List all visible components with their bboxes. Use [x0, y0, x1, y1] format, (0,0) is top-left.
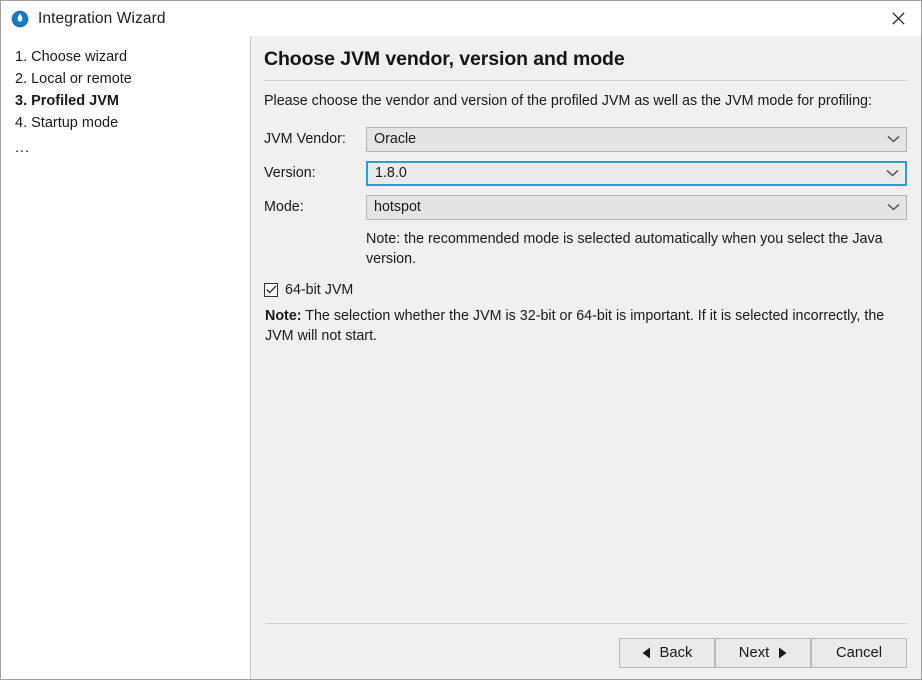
mode-label: Mode:: [264, 199, 304, 215]
back-button-label: Back: [659, 645, 693, 661]
jvm-vendor-row: JVM Vendor: Oracle: [264, 126, 907, 152]
close-icon[interactable]: [875, 1, 921, 35]
content-panel: Choose JVM vendor, version and mode Plea…: [251, 36, 921, 679]
mode-value: hotspot: [374, 199, 421, 215]
footer-bar: CSDN @在水一方0511 Back Next: [251, 623, 921, 679]
mode-select[interactable]: hotspot: [366, 194, 907, 220]
title-bar: Integration Wizard: [1, 1, 921, 36]
mode-note-text: Note: the recommended mode is selected a…: [366, 230, 883, 268]
bit-note-bold: Note:: [265, 307, 302, 324]
next-button[interactable]: Next: [715, 638, 811, 668]
wizard-step-sidebar: 1. Choose wizard 2. Local or remote 3. P…: [1, 36, 251, 679]
intro-text: Please choose the vendor and version of …: [264, 93, 872, 109]
footer-button-group: Back Next Cancel: [619, 638, 907, 668]
chevron-down-icon: [880, 135, 906, 143]
bit-note-text: Note: The selection whether the JVM is 3…: [264, 306, 895, 347]
sixty-four-bit-jvm-checkbox[interactable]: [264, 282, 278, 297]
window-body: 1. Choose wizard 2. Local or remote 3. P…: [1, 36, 921, 679]
sidebar-item-profiled-jvm[interactable]: 3. Profiled JVM: [1, 91, 250, 112]
sidebar-item-local-or-remote[interactable]: 2. Local or remote: [1, 69, 250, 90]
sidebar-item-choose-wizard[interactable]: 1. Choose wizard: [1, 47, 250, 68]
footer-divider: [265, 623, 907, 624]
sixty-four-bit-jvm-label: 64-bit JVM: [285, 281, 354, 298]
chevron-down-icon: [879, 169, 905, 177]
jvm-vendor-select[interactable]: Oracle: [366, 126, 907, 152]
integration-wizard-window: Integration Wizard 1. Choose wizard 2. L…: [0, 0, 922, 680]
cancel-button-label: Cancel: [835, 645, 883, 661]
triangle-left-icon: [642, 647, 651, 659]
window-title: Integration Wizard: [38, 9, 166, 27]
bit-note-rest: The selection whether the JVM is 32-bit …: [265, 307, 885, 345]
back-button[interactable]: Back: [619, 638, 715, 668]
cancel-button[interactable]: Cancel: [811, 638, 907, 668]
version-select[interactable]: 1.8.0: [366, 160, 907, 186]
version-label: Version:: [264, 165, 316, 181]
triangle-right-icon: [778, 647, 787, 659]
jvm-vendor-value: Oracle: [374, 131, 417, 147]
version-value: 1.8.0: [375, 165, 407, 181]
checkmark-icon: [265, 285, 276, 294]
jprofiler-compass-icon: [10, 9, 30, 29]
version-row: Version: 1.8.0: [264, 160, 907, 186]
title-divider: [264, 80, 907, 81]
sixty-four-bit-jvm-row: 64-bit JVM: [264, 282, 907, 298]
sidebar-item-startup-mode[interactable]: 4. Startup mode: [1, 113, 250, 134]
content-inner: Choose JVM vendor, version and mode Plea…: [251, 36, 921, 623]
chevron-down-icon: [880, 203, 906, 211]
next-button-label: Next: [738, 645, 770, 661]
jvm-vendor-label: JVM Vendor:: [264, 131, 346, 147]
page-title: Choose JVM vendor, version and mode: [264, 48, 625, 70]
mode-row: Mode: hotspot: [264, 194, 907, 220]
sidebar-item-more: ...: [15, 140, 31, 156]
